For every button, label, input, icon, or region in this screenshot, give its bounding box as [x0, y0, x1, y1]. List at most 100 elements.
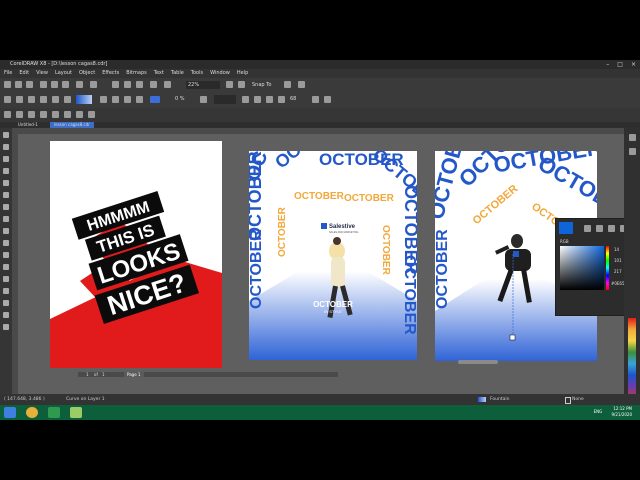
menu-effects[interactable]: Effects — [102, 69, 119, 78]
fountain-fill-icon[interactable] — [40, 96, 47, 103]
close-button[interactable]: × — [631, 60, 636, 69]
eyedropper-icon[interactable] — [3, 300, 9, 306]
full-screen-icon[interactable] — [226, 81, 233, 88]
snap-icon[interactable] — [4, 111, 11, 118]
gear-icon[interactable] — [284, 81, 291, 88]
conical-fill-icon[interactable] — [124, 96, 131, 103]
publish-pdf-icon[interactable] — [150, 81, 157, 88]
save-icon[interactable] — [26, 81, 33, 88]
text-tool-icon[interactable] — [3, 240, 9, 246]
search-icon[interactable] — [112, 81, 119, 88]
rectangular-fill-icon[interactable] — [136, 96, 143, 103]
intersect-icon[interactable] — [88, 111, 95, 118]
fill-indicator-swatch[interactable] — [478, 397, 486, 402]
open-icon[interactable] — [15, 81, 22, 88]
horizontal-scrollbar[interactable] — [458, 360, 498, 364]
combine-icon[interactable] — [52, 111, 59, 118]
app-icon[interactable] — [48, 407, 60, 418]
parallel-dimension-icon[interactable] — [3, 252, 9, 258]
fountain-preview[interactable] — [76, 95, 92, 104]
zoom-tool-icon[interactable] — [3, 168, 9, 174]
new-icon[interactable] — [4, 81, 11, 88]
export-icon[interactable] — [136, 81, 143, 88]
current-page[interactable]: 1 — [86, 372, 89, 377]
windows-start-icon[interactable] — [4, 407, 16, 418]
ellipse-tool-icon[interactable] — [3, 216, 9, 222]
pick-tool-icon[interactable] — [3, 132, 9, 138]
linear-fill-icon[interactable] — [100, 96, 107, 103]
menu-file[interactable]: File — [4, 69, 12, 78]
interactive-fill-tool-icon[interactable] — [3, 312, 9, 318]
chrome-icon[interactable] — [26, 407, 38, 418]
rotate-icon[interactable] — [242, 96, 249, 103]
interactive-fill-icon[interactable] — [4, 96, 11, 103]
minimize-button[interactable]: – — [606, 60, 609, 69]
import-icon[interactable] — [124, 81, 131, 88]
elliptical-fill-icon[interactable] — [112, 96, 119, 103]
transparency-icon[interactable] — [200, 96, 207, 103]
language-indicator[interactable]: ENG — [594, 406, 603, 418]
align-icon[interactable] — [16, 111, 23, 118]
red-value[interactable]: 14 — [614, 247, 619, 252]
green-value[interactable]: 101 — [614, 258, 622, 263]
color-model-label[interactable]: RGB — [560, 239, 569, 244]
acceleration-field[interactable]: 68 — [290, 96, 296, 102]
free-scale-icon[interactable] — [254, 96, 261, 103]
color-picker-area[interactable] — [560, 246, 604, 290]
launch-icon[interactable] — [298, 81, 305, 88]
drop-shadow-icon[interactable] — [3, 276, 9, 282]
artboard-october-poster[interactable]: OCTOBER OCTOBER OCTOBER OCTOBER OCTOBER … — [249, 151, 417, 360]
menu-edit[interactable]: Edit — [19, 69, 29, 78]
menu-view[interactable]: View — [36, 69, 48, 78]
drawing-canvas[interactable]: HMMMM THIS IS LOOKS NICE? OCTOBER OCTOBE… — [18, 134, 624, 420]
clock[interactable]: 12:12 PM 9/21/2020 — [611, 406, 632, 418]
artistic-media-icon[interactable] — [3, 192, 9, 198]
docker-tab-icon[interactable] — [629, 148, 636, 155]
shape-tool-icon[interactable] — [3, 144, 9, 150]
smart-fill-icon[interactable] — [3, 324, 9, 330]
hue-slider[interactable] — [606, 246, 609, 290]
edit-fill-icon[interactable] — [324, 96, 331, 103]
transparency-tool-icon[interactable] — [3, 288, 9, 294]
connector-tool-icon[interactable] — [3, 264, 9, 270]
docker-tab-icon[interactable] — [629, 134, 636, 141]
zoom-level-field[interactable]: 22% — [186, 81, 220, 89]
color-sliders-icon[interactable] — [596, 225, 603, 232]
outline-indicator-swatch[interactable] — [565, 397, 571, 404]
menu-table[interactable]: Table — [171, 69, 184, 78]
cut-icon[interactable] — [40, 81, 47, 88]
app-launcher-icon[interactable] — [164, 81, 171, 88]
uniform-fill-icon[interactable] — [28, 96, 35, 103]
group-icon[interactable] — [28, 111, 35, 118]
color-palette-icon[interactable] — [608, 225, 615, 232]
undo-icon[interactable] — [76, 81, 83, 88]
copy-icon[interactable] — [51, 81, 58, 88]
menu-layout[interactable]: Layout — [55, 69, 72, 78]
crop-tool-icon[interactable] — [3, 156, 9, 162]
polygon-tool-icon[interactable] — [3, 228, 9, 234]
eyedropper-icon[interactable] — [584, 225, 591, 232]
artboard-nice-poster[interactable]: HMMMM THIS IS LOOKS NICE? — [50, 141, 222, 368]
menu-object[interactable]: Object — [79, 69, 95, 78]
bitmap-pattern-icon[interactable] — [64, 96, 71, 103]
current-color-swatch[interactable] — [559, 222, 573, 234]
rectangle-tool-icon[interactable] — [3, 204, 9, 210]
vertical-color-palette[interactable] — [628, 318, 636, 398]
opacity-field[interactable]: 0 % — [175, 96, 185, 102]
menu-text[interactable]: Text — [154, 69, 164, 78]
trim-icon[interactable] — [76, 111, 83, 118]
freehand-tool-icon[interactable] — [3, 180, 9, 186]
coreldraw-icon[interactable] — [70, 407, 82, 418]
tab-page-1[interactable]: Page 1 — [124, 372, 144, 377]
node-color-swatch[interactable] — [150, 96, 160, 103]
fill-wrap-icon[interactable] — [266, 96, 273, 103]
menu-help[interactable]: Help — [237, 69, 248, 78]
weld-icon[interactable] — [64, 111, 71, 118]
copy-fill-icon[interactable] — [312, 96, 319, 103]
blue-value[interactable]: 217 — [614, 269, 622, 274]
paste-icon[interactable] — [62, 81, 69, 88]
show-rulers-icon[interactable] — [238, 81, 245, 88]
menu-window[interactable]: Window — [210, 69, 230, 78]
smooth-blend-icon[interactable] — [278, 96, 285, 103]
fill-handle-node[interactable] — [509, 334, 516, 341]
